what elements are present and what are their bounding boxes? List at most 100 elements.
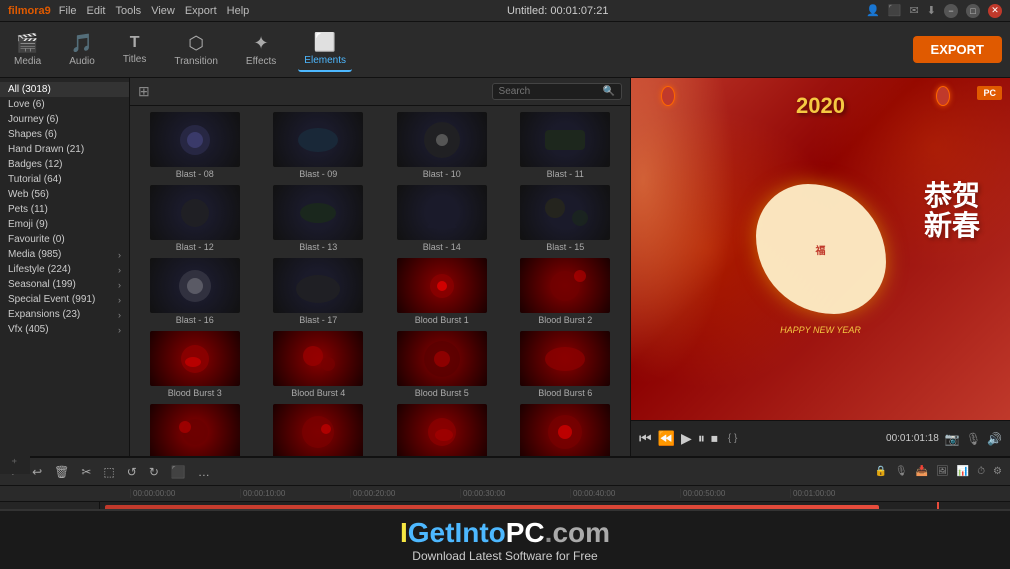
sidebar-item-web[interactable]: Web (56) [0, 187, 129, 202]
preview-icons: 📷 🎙 🔊 [945, 432, 1002, 446]
list-item[interactable]: Blast - 17 [258, 256, 380, 327]
sidebar-item-media[interactable]: Media (985) › [0, 247, 129, 262]
stop-button[interactable]: ⏹ [711, 430, 718, 447]
tl-rotate-right-button[interactable]: ↻ [147, 463, 161, 481]
element-thumbnail [273, 112, 363, 167]
menu-view[interactable]: View [151, 5, 175, 17]
element-label: Blast - 10 [423, 169, 461, 179]
element-thumbnail [150, 185, 240, 240]
main-area: All (3018) Love (6) Journey (6) Shapes (… [0, 78, 1010, 456]
sidebar-item-journey[interactable]: Journey (6) [0, 112, 129, 127]
wm-letter-i: I [400, 517, 408, 548]
add-track-icon[interactable]: + [10, 458, 20, 463]
sidebar-item-vfx[interactable]: Vfx (405) › [0, 322, 129, 337]
tool-titles[interactable]: T Titles [117, 30, 153, 69]
tl-cut-button[interactable]: ✂ [79, 463, 93, 481]
sidebar-item-favourite[interactable]: Favourite (0) [0, 232, 129, 247]
sidebar-item-handdrawn[interactable]: Hand Drawn (21) [0, 142, 129, 157]
pause-button[interactable]: ⏸ [698, 430, 705, 447]
menu-edit[interactable]: Edit [87, 5, 106, 17]
list-item[interactable]: Blast - 09 [258, 110, 380, 181]
list-item[interactable]: Blood Burst 4 [258, 329, 380, 400]
element-thumbnail [397, 112, 487, 167]
win-maximize[interactable]: □ [966, 4, 980, 18]
list-item[interactable]: Blast - 11 [505, 110, 627, 181]
ruler-mark: 00:00:00:00 [130, 489, 240, 498]
list-item[interactable]: Blood Burst 3 [134, 329, 256, 400]
sidebar-item-all[interactable]: All (3018) [0, 82, 129, 97]
menu-help[interactable]: Help [227, 5, 250, 17]
tl-delete-button[interactable]: 🗑 [52, 463, 71, 481]
win-close[interactable]: ✕ [988, 4, 1002, 18]
list-item[interactable]: Blast - 10 [381, 110, 503, 181]
list-item[interactable]: Blood Burst 10 [505, 402, 627, 456]
list-item[interactable]: Blood Burst 2 [505, 256, 627, 327]
wm-com: com [552, 517, 610, 548]
volume-icon[interactable]: 🔊 [987, 432, 1002, 446]
tl-photo-icon: 🖼 [936, 466, 949, 477]
sidebar-item-pets[interactable]: Pets (11) [0, 202, 129, 217]
tl-rotate-left-button[interactable]: ↺ [125, 463, 139, 481]
tool-audio[interactable]: 🎵 Audio [63, 29, 101, 71]
icon-mail: ✉ [910, 4, 919, 17]
element-label: Blast - 08 [176, 169, 214, 179]
list-item[interactable]: Blood Burst 7 [134, 402, 256, 456]
sidebar-item-emoji[interactable]: Emoji (9) [0, 217, 129, 232]
element-label: Blood Burst 4 [291, 388, 345, 398]
window-controls: 👤 ⬛ ✉ ⬇ − □ ✕ [866, 4, 1002, 18]
menu-file[interactable]: File [59, 5, 77, 17]
tl-import-icon: 📥 [916, 466, 928, 477]
prev-frame-button[interactable]: ⏪ [658, 430, 675, 447]
sidebar-item-tutorial[interactable]: Tutorial (64) [0, 172, 129, 187]
menu-export[interactable]: Export [185, 5, 217, 17]
tl-split-button[interactable]: ⬚ [101, 463, 116, 481]
title-left: filmora9 File Edit Tools View Export Hel… [8, 5, 249, 17]
rewind-button[interactable]: ⏮ [639, 430, 652, 447]
tool-media[interactable]: 🎬 Media [8, 29, 47, 71]
tool-effects[interactable]: ✦ Effects [240, 29, 282, 71]
tl-redo-button[interactable]: ↩ [30, 463, 44, 481]
element-thumbnail [150, 404, 240, 456]
sidebar-item-lifestyle[interactable]: Lifestyle (224) › [0, 262, 129, 277]
export-button[interactable]: EXPORT [913, 36, 1002, 63]
menu-tools[interactable]: Tools [116, 5, 142, 17]
list-item[interactable]: Blast - 14 [381, 183, 503, 254]
sidebar-item-seasonal[interactable]: Seasonal (199) › [0, 277, 129, 292]
list-item[interactable]: Blood Burst 1 [381, 256, 503, 327]
list-item[interactable]: Blood Burst 8 [258, 402, 380, 456]
tl-more-button[interactable]: … [196, 463, 212, 481]
list-item[interactable]: Blast - 15 [505, 183, 627, 254]
watermark-banner: IGetIntoPC.com Download Latest Software … [0, 509, 1010, 569]
wm-letter-get: Get [408, 517, 455, 548]
tool-transition[interactable]: ⬡ Transition [168, 29, 224, 71]
element-thumbnail [520, 258, 610, 313]
sidebar-item-special-event[interactable]: Special Event (991) › [0, 292, 129, 307]
screenshot-icon[interactable]: 📷 [945, 432, 960, 446]
list-item[interactable]: Blood Burst 5 [381, 329, 503, 400]
tl-settings-icon: ⚙ [993, 466, 1002, 477]
win-minimize[interactable]: − [944, 4, 958, 18]
mic-icon[interactable]: 🎙 [966, 432, 981, 446]
sidebar-item-love[interactable]: Love (6) [0, 97, 129, 112]
list-item[interactable]: Blast - 16 [134, 256, 256, 327]
list-item[interactable]: Blood Burst 9 [381, 402, 503, 456]
tool-elements[interactable]: ⬜ Elements [298, 28, 352, 72]
element-thumbnail [397, 331, 487, 386]
sidebar-item-shapes[interactable]: Shapes (6) [0, 127, 129, 142]
element-thumbnail [273, 185, 363, 240]
list-item[interactable]: Blast - 12 [134, 183, 256, 254]
tl-crop-button[interactable]: ⬛ [169, 463, 188, 481]
list-item[interactable]: Blood Burst 6 [505, 329, 627, 400]
elements-grid: Blast - 08 Blast - 09 Blast - 10 Blast -… [130, 106, 630, 456]
element-thumbnail [150, 258, 240, 313]
search-input[interactable] [499, 86, 599, 97]
sidebar-item-badges[interactable]: Badges (12) [0, 157, 129, 172]
element-thumbnail [273, 258, 363, 313]
sidebar-item-expansions[interactable]: Expansions (23) › [0, 307, 129, 322]
element-thumbnail [150, 331, 240, 386]
element-thumbnail [273, 331, 363, 386]
list-item[interactable]: Blast - 08 [134, 110, 256, 181]
list-item[interactable]: Blast - 13 [258, 183, 380, 254]
grid-view-icon[interactable]: ⊞ [138, 83, 150, 100]
play-button[interactable]: ▶ [681, 430, 692, 447]
